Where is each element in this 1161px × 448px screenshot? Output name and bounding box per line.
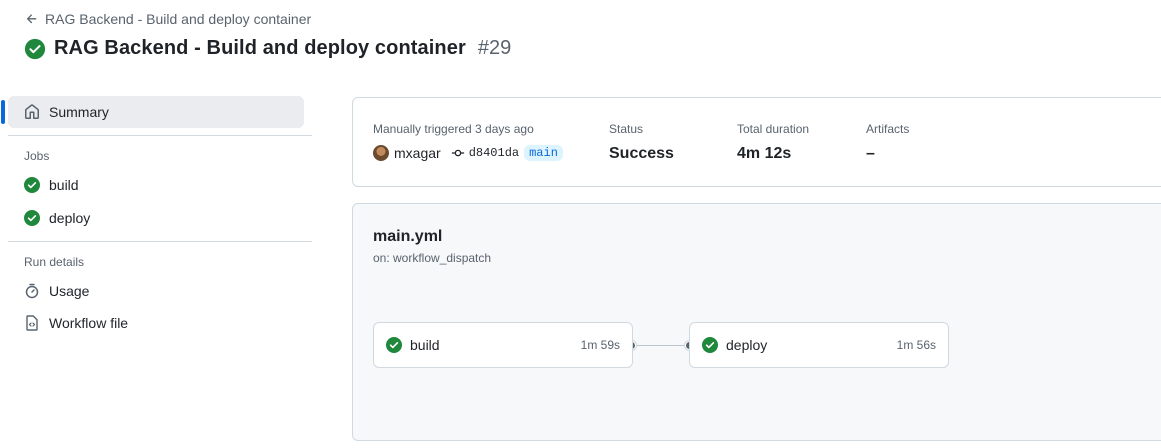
- workflow-trigger: on: workflow_dispatch: [373, 251, 492, 265]
- divider: [8, 135, 312, 136]
- status-label: Status: [609, 122, 644, 136]
- divider: [8, 241, 312, 242]
- job-connector: [632, 345, 690, 346]
- sidebar-item-build[interactable]: build: [8, 169, 312, 201]
- git-commit-icon: [451, 149, 464, 157]
- sidebar-item-label: Summary: [49, 104, 109, 120]
- run-number: #29: [477, 37, 512, 59]
- page-title-row: RAG Backend - Build and deploy container…: [24, 37, 511, 60]
- job-name: deploy: [726, 337, 768, 353]
- branch-badge[interactable]: main: [524, 145, 563, 161]
- jobs-heading: Jobs: [24, 149, 50, 163]
- workflow-file-name: main.yml: [373, 228, 443, 245]
- job-node-deploy[interactable]: deploy 1m 56s: [689, 322, 949, 368]
- sidebar: Summary Jobs build deploy Run details Us…: [1, 96, 312, 339]
- stopwatch-icon: [25, 283, 39, 299]
- job-duration: 1m 56s: [896, 338, 936, 352]
- job-node-build[interactable]: build 1m 59s: [373, 322, 633, 368]
- sidebar-item-label: Workflow file: [49, 315, 129, 331]
- actor-link[interactable]: mxagar: [394, 145, 441, 161]
- artifacts-value: –: [866, 145, 875, 162]
- duration-value: 4m 12s: [737, 145, 792, 162]
- file-code-icon: [26, 315, 38, 331]
- job-name: build: [410, 337, 440, 353]
- duration-info: Total duration 4m 12s: [737, 122, 809, 163]
- back-link[interactable]: RAG Backend - Build and deploy container: [25, 11, 311, 27]
- check-circle-icon: [386, 337, 402, 353]
- check-circle-icon: [24, 210, 40, 226]
- trigger-info: Manually triggered 3 days ago mxagar d84…: [373, 122, 563, 161]
- artifacts-label: Artifacts: [866, 122, 910, 136]
- commit-sha-link[interactable]: d8401da: [469, 146, 519, 160]
- home-icon: [25, 104, 39, 119]
- sidebar-item-deploy[interactable]: deploy: [8, 202, 312, 234]
- page-title: RAG Backend - Build and deploy container: [54, 37, 466, 59]
- actor-row: mxagar d8401da main: [373, 145, 563, 161]
- run-details-heading: Run details: [24, 255, 85, 269]
- sidebar-item-label: deploy: [49, 210, 91, 226]
- sidebar-item-label: build: [49, 177, 79, 193]
- duration-label: Total duration: [737, 122, 810, 136]
- run-summary-card: Manually triggered 3 days ago mxagar d84…: [352, 97, 1161, 187]
- status-info: Status Success: [609, 122, 674, 163]
- avatar[interactable]: [373, 145, 389, 161]
- status-value: Success: [609, 145, 674, 162]
- trigger-label: Manually triggered 3 days ago: [373, 122, 534, 136]
- check-circle-icon: [24, 38, 46, 59]
- workflow-graph-card: main.yml on: workflow_dispatch build 1m …: [352, 203, 1161, 441]
- back-link-label: RAG Backend - Build and deploy container: [45, 11, 312, 27]
- check-circle-icon: [702, 337, 718, 353]
- arrow-left-icon: [26, 14, 37, 24]
- check-circle-icon: [24, 177, 40, 193]
- job-duration: 1m 59s: [580, 338, 620, 352]
- sidebar-item-usage[interactable]: Usage: [8, 275, 312, 307]
- sidebar-item-label: Usage: [49, 283, 90, 299]
- sidebar-item-workflow-file[interactable]: Workflow file: [8, 307, 312, 339]
- sidebar-item-summary[interactable]: Summary: [1, 96, 304, 128]
- artifacts-info: Artifacts –: [866, 122, 909, 163]
